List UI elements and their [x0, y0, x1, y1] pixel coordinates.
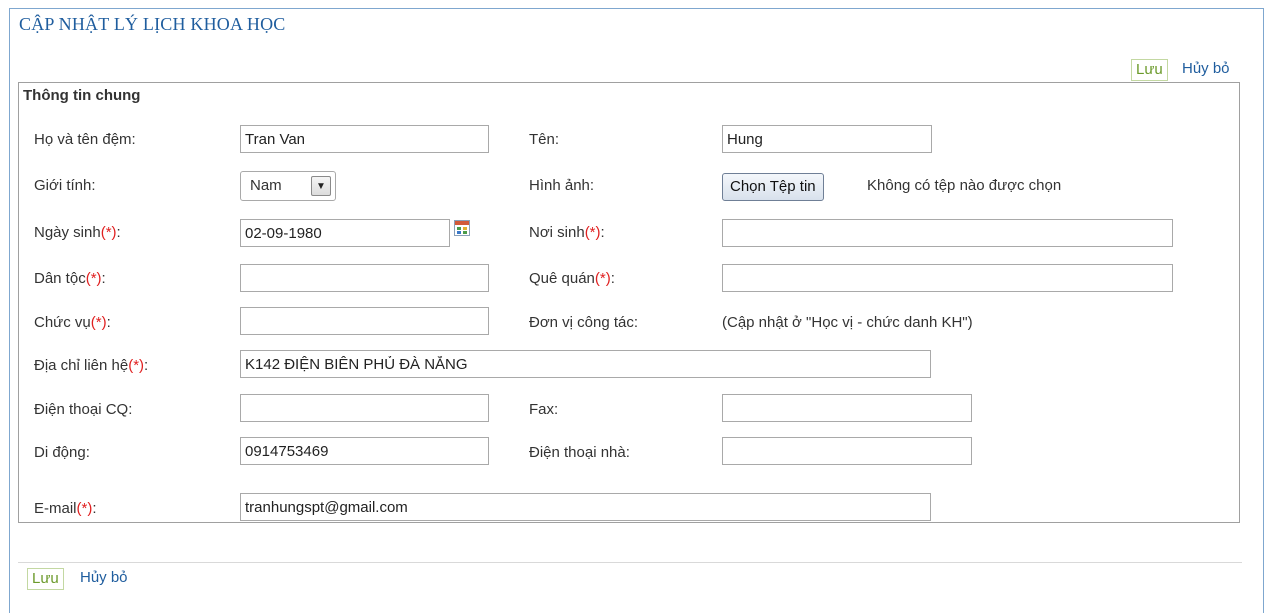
label-dan-toc-text: Dân tộc — [34, 270, 86, 287]
label-chuc-vu-text: Chức vụ — [34, 314, 91, 331]
label-ho-ten-dem: Họ và tên đệm: — [34, 131, 136, 148]
label-dan-toc: Dân tộc(*): — [34, 270, 106, 287]
label-ten: Tên: — [529, 131, 560, 148]
label-dt-cq: Điện thoại CQ: — [34, 401, 133, 418]
label-chuc-vu: Chức vụ(*): — [34, 314, 111, 331]
gioi-tinh-select[interactable]: Nam ▼ — [240, 171, 336, 201]
label-email-text: E-mail — [34, 500, 77, 517]
label-dia-chi-text: Địa chỉ liên hệ — [34, 357, 129, 374]
don-vi-note: (Cập nhật ở "Học vị - chức danh KH") — [722, 314, 973, 331]
required-mark: (*) — [100, 224, 117, 241]
required-mark: (*) — [584, 224, 601, 241]
label-que-quan: Quê quán(*): — [529, 270, 615, 287]
chuc-vu-input[interactable] — [240, 307, 489, 335]
fax-input[interactable] — [722, 394, 972, 422]
required-mark: (*) — [76, 500, 93, 517]
label-noi-sinh: Nơi sinh(*): — [529, 224, 605, 241]
page-title: CẬP NHẬT LÝ LỊCH KHOA HỌC — [19, 14, 286, 34]
save-button-bottom[interactable]: Lưu — [27, 568, 64, 590]
required-mark: (*) — [594, 270, 611, 287]
label-hinh-anh: Hình ảnh: — [529, 177, 595, 194]
cancel-button-top[interactable]: Hủy bỏ — [1182, 59, 1230, 79]
ngay-sinh-input[interactable] — [240, 219, 450, 247]
required-mark: (*) — [90, 314, 107, 331]
gioi-tinh-value: Nam — [250, 177, 282, 194]
label-que-quan-text: Quê quán — [529, 270, 595, 287]
chevron-down-icon: ▼ — [311, 176, 331, 196]
file-status-text: Không có tệp nào được chọn — [867, 177, 1062, 194]
required-mark: (*) — [128, 357, 145, 374]
label-di-dong: Di động: — [34, 444, 90, 461]
ten-input[interactable] — [722, 125, 932, 153]
email-input[interactable] — [240, 493, 931, 521]
label-don-vi: Đơn vị công tác: — [529, 314, 639, 331]
divider — [18, 562, 1242, 563]
required-mark: (*) — [85, 270, 102, 287]
label-fax: Fax: — [529, 401, 559, 418]
label-gioi-tinh: Giới tính: — [34, 177, 96, 194]
label-dia-chi: Địa chỉ liên hệ(*): — [34, 357, 149, 374]
di-dong-input[interactable] — [240, 437, 489, 465]
section-legend: Thông tin chung — [23, 87, 141, 104]
label-email: E-mail(*): — [34, 500, 97, 517]
label-dt-nha: Điện thoại nhà: — [529, 444, 630, 461]
calendar-icon[interactable] — [454, 220, 470, 236]
choose-file-button[interactable]: Chọn Tệp tin — [722, 173, 824, 201]
label-ngay-sinh: Ngày sinh(*): — [34, 224, 121, 241]
dia-chi-input[interactable] — [240, 350, 931, 378]
dan-toc-input[interactable] — [240, 264, 489, 292]
label-noi-sinh-text: Nơi sinh — [529, 224, 585, 241]
noi-sinh-input[interactable] — [722, 219, 1173, 247]
label-ngay-sinh-text: Ngày sinh — [34, 224, 101, 241]
ho-ten-dem-input[interactable] — [240, 125, 489, 153]
save-button-top[interactable]: Lưu — [1131, 59, 1168, 81]
cancel-button-bottom[interactable]: Hủy bỏ — [80, 568, 128, 588]
dt-nha-input[interactable] — [722, 437, 972, 465]
que-quan-input[interactable] — [722, 264, 1173, 292]
dt-cq-input[interactable] — [240, 394, 489, 422]
